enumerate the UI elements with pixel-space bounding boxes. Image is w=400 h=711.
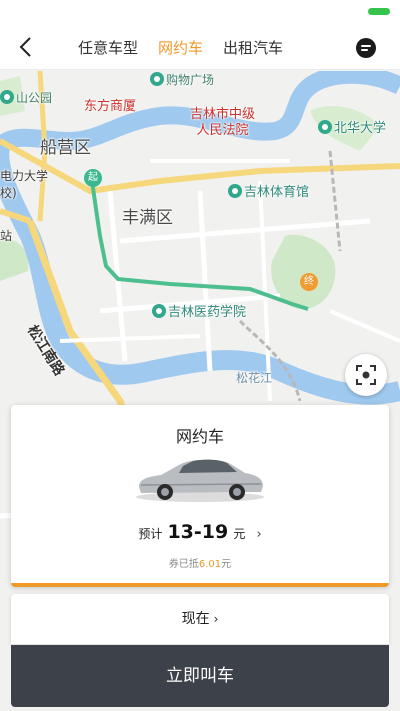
ride-type-title: 网约车 <box>175 427 224 446</box>
map-label-chuanying: 船营区 <box>40 138 91 158</box>
map-label-beihua: 北华大学 <box>318 117 386 136</box>
price-estimate[interactable]: 预计 13-19 元 › <box>11 521 389 543</box>
departure-time-selector[interactable]: 现在 › <box>11 594 389 644</box>
map-label-fengman: 丰满区 <box>122 208 173 228</box>
message-icon[interactable] <box>356 38 376 58</box>
call-car-button[interactable]: 立即叫车 <box>11 645 389 707</box>
tab-any-vehicle[interactable]: 任意车型 <box>78 37 138 58</box>
back-button[interactable] <box>16 36 38 58</box>
chevron-right-icon: › <box>256 527 262 542</box>
end-marker[interactable]: 终 <box>300 273 318 291</box>
departure-time-label: 现在 <box>181 611 210 627</box>
map-label-gym: 吉林体育馆 <box>228 181 309 200</box>
top-nav: 任意车型 网约车 出租汽车 <box>0 24 400 70</box>
car-image <box>136 459 264 502</box>
map-label-shopping-plaza: 购物广场 <box>150 71 214 88</box>
locate-button[interactable] <box>345 354 387 396</box>
tab-taxi[interactable]: 出租汽车 <box>223 37 283 58</box>
price-prefix: 预计 <box>138 527 163 541</box>
map-label-court: 吉林市中级 人民法院 <box>190 107 256 138</box>
vehicle-type-tabs: 任意车型 网约车 出租汽车 <box>78 37 283 58</box>
battery-icon <box>368 8 390 15</box>
start-marker[interactable]: 起 <box>84 169 102 187</box>
chevron-right-icon: › <box>213 612 219 626</box>
map-label-songhua-river: 松花江 <box>236 371 273 385</box>
locate-icon <box>356 365 376 385</box>
map-label-dongfang: 东方商厦 <box>84 99 137 114</box>
map-label-medical: 吉林医药学院 <box>152 301 246 320</box>
card-accent-bar <box>11 583 389 587</box>
coupon-info: 券已抵6.01元 <box>168 559 232 570</box>
map-label-park: 山公园 <box>0 89 52 106</box>
coupon-amount: 6.01 <box>198 559 222 570</box>
price-range: 13-19 <box>167 521 229 543</box>
status-bar <box>0 0 400 24</box>
back-arrow-icon <box>19 37 31 57</box>
map-label-station: 站 <box>0 229 13 243</box>
map-label-dianli: 电力大学 校) <box>0 169 49 200</box>
price-unit: 元 <box>233 527 246 541</box>
tab-ride-hailing[interactable]: 网约车 <box>158 37 203 58</box>
ride-card: 网约车 预计 13-19 元 › 券已抵6.01元 <box>11 405 389 587</box>
